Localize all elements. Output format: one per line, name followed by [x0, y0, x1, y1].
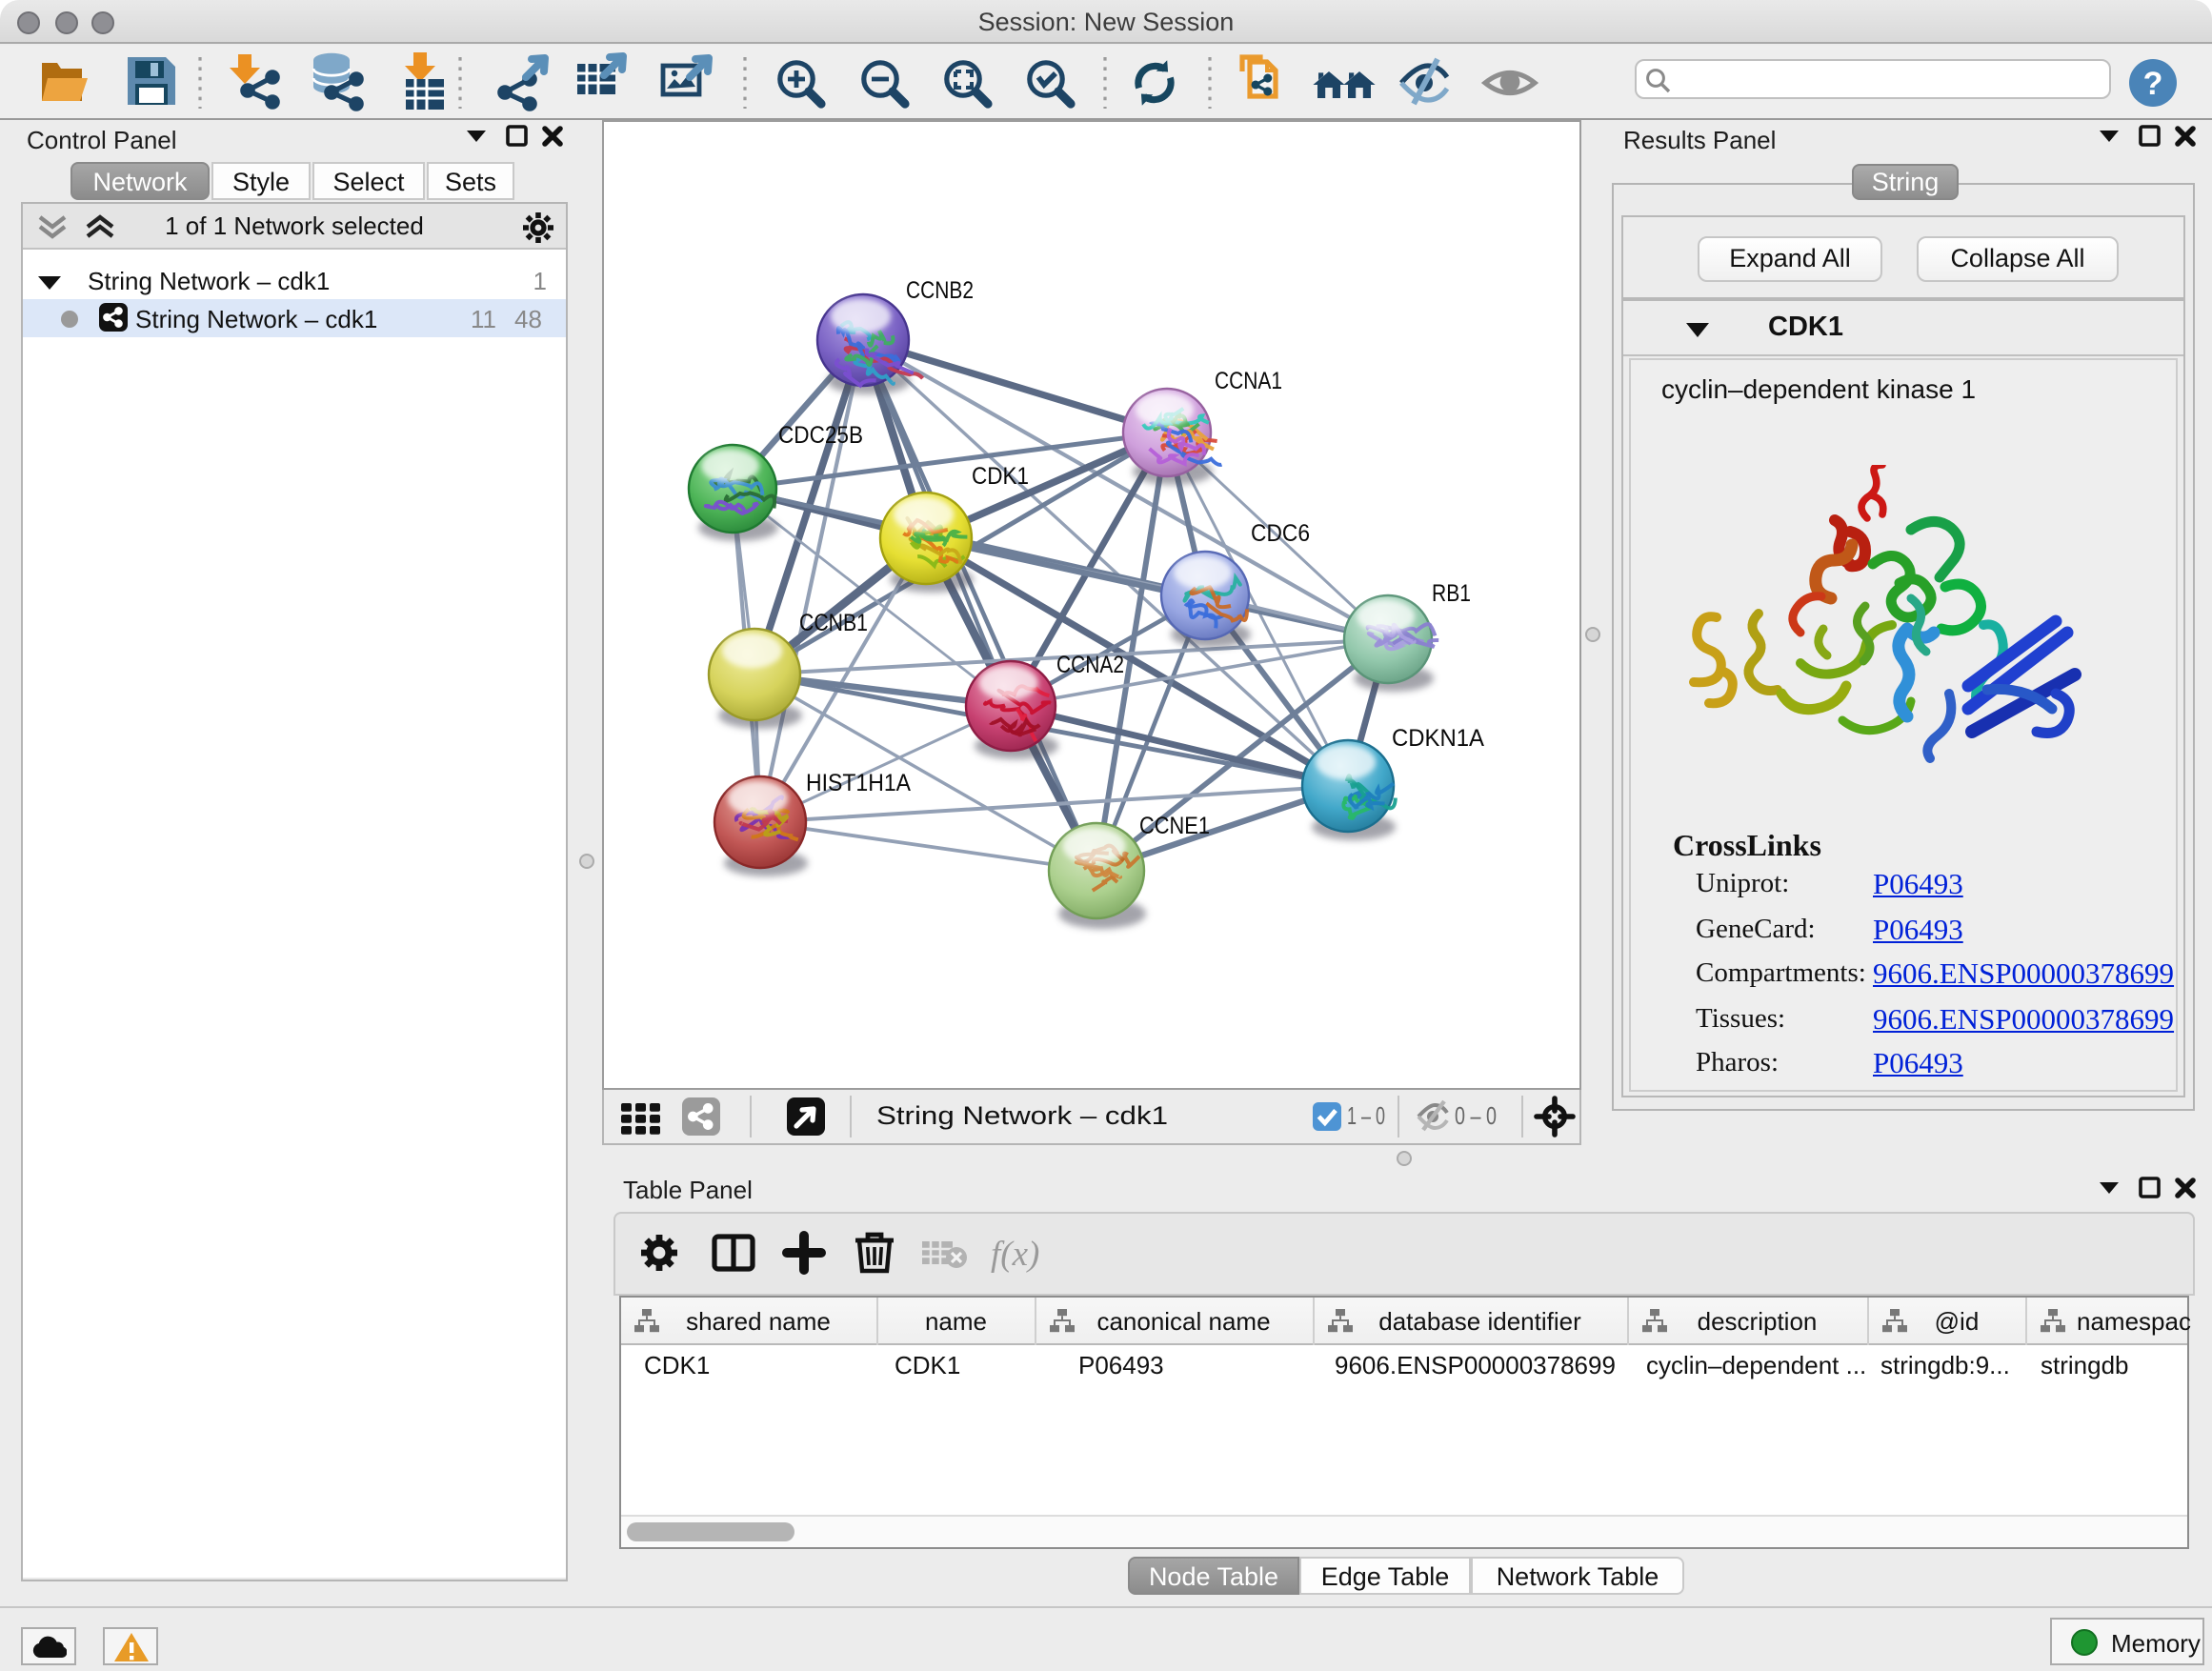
- svg-text:0 – 0: 0 – 0: [1455, 1100, 1497, 1129]
- svg-text:CCNB2: CCNB2: [906, 276, 974, 303]
- svg-text:1 – 0: 1 – 0: [1347, 1100, 1385, 1129]
- svg-text:CCNA2: CCNA2: [1056, 651, 1124, 677]
- svg-text:CDC6: CDC6: [1251, 519, 1310, 546]
- svg-text:CCNB1: CCNB1: [799, 609, 868, 635]
- svg-text:?: ?: [2143, 66, 2163, 102]
- svg-text:CDC25B: CDC25B: [778, 421, 863, 448]
- svg-text:String Network – cdk1: String Network – cdk1: [876, 1100, 1168, 1129]
- svg-text:CCNE1: CCNE1: [1139, 812, 1210, 838]
- svg-text:CDKN1A: CDKN1A: [1392, 724, 1484, 751]
- svg-text:CCNA1: CCNA1: [1215, 367, 1282, 393]
- svg-text:CDK1: CDK1: [972, 462, 1029, 489]
- svg-text:HIST1H1A: HIST1H1A: [806, 769, 911, 795]
- svg-text:RB1: RB1: [1432, 579, 1471, 606]
- svg-text:f(x): f(x): [991, 1235, 1039, 1274]
